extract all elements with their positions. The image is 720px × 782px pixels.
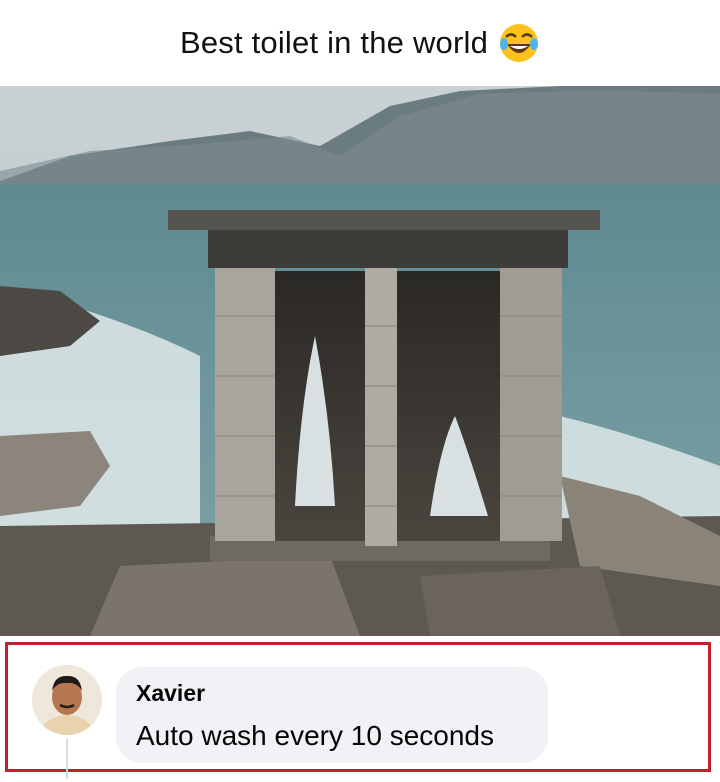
toilet-photo-illustration [0, 86, 720, 636]
caption-text: Best toilet in the world [179, 25, 489, 60]
avatar[interactable] [32, 665, 102, 735]
comment-text: Auto wash every 10 seconds [136, 720, 494, 751]
thread-line [66, 739, 68, 779]
highlighted-comment: Xavier Auto wash every 10 seconds [5, 642, 711, 779]
post-photo[interactable] [0, 86, 720, 636]
post-caption: Best toilet in the world [0, 0, 720, 86]
comment-bubble[interactable]: Xavier Auto wash every 10 seconds [116, 667, 548, 763]
user-avatar-icon [32, 665, 102, 735]
laughing-emoji-icon [500, 24, 539, 62]
comment-author[interactable]: Xavier [136, 680, 205, 707]
